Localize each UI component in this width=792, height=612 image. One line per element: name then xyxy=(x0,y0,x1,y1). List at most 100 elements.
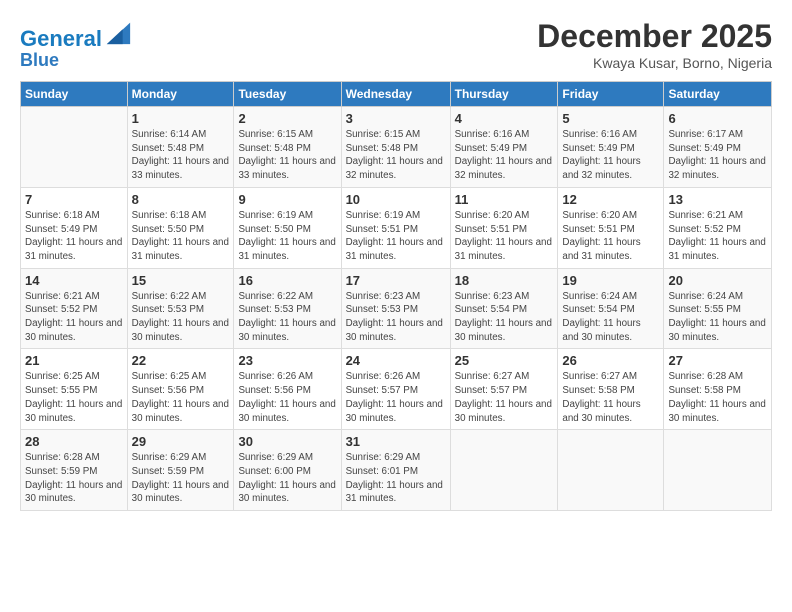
calendar-cell: 12 Sunrise: 6:20 AMSunset: 5:51 PMDayligh… xyxy=(558,187,664,268)
header: General Blue December 2025 Kwaya Kusar, … xyxy=(20,18,772,71)
calendar-cell: 11 Sunrise: 6:20 AMSunset: 5:51 PMDayligh… xyxy=(450,187,558,268)
week-row-1: 7Sunrise: 6:18 AMSunset: 5:49 PMDaylight… xyxy=(21,187,772,268)
day-info: Sunrise: 6:18 AMSunset: 5:50 PMDaylight:… xyxy=(132,209,230,264)
calendar-cell xyxy=(558,430,664,511)
col-header-saturday: Saturday xyxy=(664,82,772,107)
location-subtitle: Kwaya Kusar, Borno, Nigeria xyxy=(537,55,772,71)
calendar-cell xyxy=(21,107,128,188)
day-info: Sunrise: 6:16 AMSunset: 5:49 PMDaylight:… xyxy=(562,128,659,183)
day-number: 18 xyxy=(455,273,554,288)
day-number: 25 xyxy=(455,353,554,368)
logo-blue: Blue xyxy=(20,51,132,71)
calendar-cell: 21 Sunrise: 6:25 AMSunset: 5:55 PMDayligh… xyxy=(21,349,128,430)
day-number: 13 xyxy=(668,192,767,207)
day-number: 15 xyxy=(132,273,230,288)
calendar-cell: 19 Sunrise: 6:24 AMSunset: 5:54 PMDayligh… xyxy=(558,268,664,349)
day-number: 22 xyxy=(132,353,230,368)
day-info: Sunrise: 6:20 AMSunset: 5:51 PMDaylight:… xyxy=(562,209,659,264)
day-info: Sunrise: 6:26 AMSunset: 5:56 PMDaylight:… xyxy=(238,370,336,425)
calendar-cell: 2 Sunrise: 6:15 AMSunset: 5:48 PMDaylight… xyxy=(234,107,341,188)
day-number: 19 xyxy=(562,273,659,288)
calendar-cell: 15Sunrise: 6:22 AMSunset: 5:53 PMDayligh… xyxy=(127,268,234,349)
week-row-4: 28Sunrise: 6:28 AMSunset: 5:59 PMDayligh… xyxy=(21,430,772,511)
logo-general: General xyxy=(20,26,102,51)
day-number: 30 xyxy=(238,434,336,449)
day-info: Sunrise: 6:25 AMSunset: 5:55 PMDaylight:… xyxy=(25,370,123,425)
day-info: Sunrise: 6:28 AMSunset: 5:59 PMDaylight:… xyxy=(25,451,123,506)
calendar-cell: 25Sunrise: 6:27 AMSunset: 5:57 PMDayligh… xyxy=(450,349,558,430)
calendar-cell xyxy=(450,430,558,511)
col-header-friday: Friday xyxy=(558,82,664,107)
day-number: 20 xyxy=(668,273,767,288)
day-number: 27 xyxy=(668,353,767,368)
calendar-cell: 1 Sunrise: 6:14 AMSunset: 5:48 PMDaylight… xyxy=(127,107,234,188)
calendar-cell: 5 Sunrise: 6:16 AMSunset: 5:49 PMDaylight… xyxy=(558,107,664,188)
month-title: December 2025 xyxy=(537,18,772,55)
calendar-cell: 26 Sunrise: 6:27 AMSunset: 5:58 PMDayligh… xyxy=(558,349,664,430)
day-info: Sunrise: 6:28 AMSunset: 5:58 PMDaylight:… xyxy=(668,370,767,425)
day-info: Sunrise: 6:19 AMSunset: 5:51 PMDaylight:… xyxy=(346,209,446,264)
day-number: 23 xyxy=(238,353,336,368)
calendar-cell: 31Sunrise: 6:29 AMSunset: 6:01 PMDayligh… xyxy=(341,430,450,511)
title-block: December 2025 Kwaya Kusar, Borno, Nigeri… xyxy=(537,18,772,71)
day-info: Sunrise: 6:24 AMSunset: 5:54 PMDaylight:… xyxy=(562,290,659,345)
day-number: 2 xyxy=(238,111,336,126)
calendar-cell: 24 Sunrise: 6:26 AMSunset: 5:57 PMDayligh… xyxy=(341,349,450,430)
day-number: 1 xyxy=(132,111,230,126)
day-info: Sunrise: 6:15 AMSunset: 5:48 PMDaylight:… xyxy=(238,128,336,183)
calendar-cell: 22 Sunrise: 6:25 AMSunset: 5:56 PMDayligh… xyxy=(127,349,234,430)
calendar-cell: 6 Sunrise: 6:17 AMSunset: 5:49 PMDaylight… xyxy=(664,107,772,188)
calendar-cell: 14Sunrise: 6:21 AMSunset: 5:52 PMDayligh… xyxy=(21,268,128,349)
day-number: 11 xyxy=(455,192,554,207)
logo-text: General xyxy=(20,18,132,51)
day-number: 3 xyxy=(346,111,446,126)
calendar-cell: 30 Sunrise: 6:29 AMSunset: 6:00 PMDayligh… xyxy=(234,430,341,511)
day-info: Sunrise: 6:21 AMSunset: 5:52 PMDaylight:… xyxy=(25,290,123,345)
day-info: Sunrise: 6:16 AMSunset: 5:49 PMDaylight:… xyxy=(455,128,554,183)
day-info: Sunrise: 6:23 AMSunset: 5:54 PMDaylight:… xyxy=(455,290,554,345)
calendar-cell xyxy=(664,430,772,511)
calendar-cell: 18 Sunrise: 6:23 AMSunset: 5:54 PMDayligh… xyxy=(450,268,558,349)
day-number: 26 xyxy=(562,353,659,368)
day-number: 5 xyxy=(562,111,659,126)
col-header-wednesday: Wednesday xyxy=(341,82,450,107)
calendar-cell: 28Sunrise: 6:28 AMSunset: 5:59 PMDayligh… xyxy=(21,430,128,511)
page-container: General Blue December 2025 Kwaya Kusar, … xyxy=(0,0,792,521)
day-info: Sunrise: 6:21 AMSunset: 5:52 PMDaylight:… xyxy=(668,209,767,264)
calendar-cell: 8Sunrise: 6:18 AMSunset: 5:50 PMDaylight… xyxy=(127,187,234,268)
week-row-0: 1 Sunrise: 6:14 AMSunset: 5:48 PMDaylight… xyxy=(21,107,772,188)
col-header-sunday: Sunday xyxy=(21,82,128,107)
logo-icon xyxy=(104,18,132,46)
week-row-3: 21 Sunrise: 6:25 AMSunset: 5:55 PMDayligh… xyxy=(21,349,772,430)
day-info: Sunrise: 6:20 AMSunset: 5:51 PMDaylight:… xyxy=(455,209,554,264)
calendar-cell: 16 Sunrise: 6:22 AMSunset: 5:53 PMDayligh… xyxy=(234,268,341,349)
day-number: 29 xyxy=(132,434,230,449)
calendar-cell: 27 Sunrise: 6:28 AMSunset: 5:58 PMDayligh… xyxy=(664,349,772,430)
day-number: 4 xyxy=(455,111,554,126)
col-header-tuesday: Tuesday xyxy=(234,82,341,107)
day-number: 24 xyxy=(346,353,446,368)
day-number: 17 xyxy=(346,273,446,288)
day-info: Sunrise: 6:29 AMSunset: 6:00 PMDaylight:… xyxy=(238,451,336,506)
col-header-monday: Monday xyxy=(127,82,234,107)
calendar-cell: 29Sunrise: 6:29 AMSunset: 5:59 PMDayligh… xyxy=(127,430,234,511)
day-info: Sunrise: 6:22 AMSunset: 5:53 PMDaylight:… xyxy=(238,290,336,345)
day-info: Sunrise: 6:24 AMSunset: 5:55 PMDaylight:… xyxy=(668,290,767,345)
day-number: 21 xyxy=(25,353,123,368)
week-row-2: 14Sunrise: 6:21 AMSunset: 5:52 PMDayligh… xyxy=(21,268,772,349)
day-info: Sunrise: 6:15 AMSunset: 5:48 PMDaylight:… xyxy=(346,128,446,183)
day-info: Sunrise: 6:26 AMSunset: 5:57 PMDaylight:… xyxy=(346,370,446,425)
day-number: 12 xyxy=(562,192,659,207)
day-info: Sunrise: 6:18 AMSunset: 5:49 PMDaylight:… xyxy=(25,209,123,264)
calendar-cell: 4 Sunrise: 6:16 AMSunset: 5:49 PMDaylight… xyxy=(450,107,558,188)
day-info: Sunrise: 6:27 AMSunset: 5:58 PMDaylight:… xyxy=(562,370,659,425)
day-info: Sunrise: 6:17 AMSunset: 5:49 PMDaylight:… xyxy=(668,128,767,183)
calendar-cell: 10 Sunrise: 6:19 AMSunset: 5:51 PMDayligh… xyxy=(341,187,450,268)
day-number: 10 xyxy=(346,192,446,207)
day-info: Sunrise: 6:14 AMSunset: 5:48 PMDaylight:… xyxy=(132,128,230,183)
day-info: Sunrise: 6:19 AMSunset: 5:50 PMDaylight:… xyxy=(238,209,336,264)
day-number: 6 xyxy=(668,111,767,126)
calendar-cell: 20 Sunrise: 6:24 AMSunset: 5:55 PMDayligh… xyxy=(664,268,772,349)
day-number: 16 xyxy=(238,273,336,288)
day-info: Sunrise: 6:25 AMSunset: 5:56 PMDaylight:… xyxy=(132,370,230,425)
